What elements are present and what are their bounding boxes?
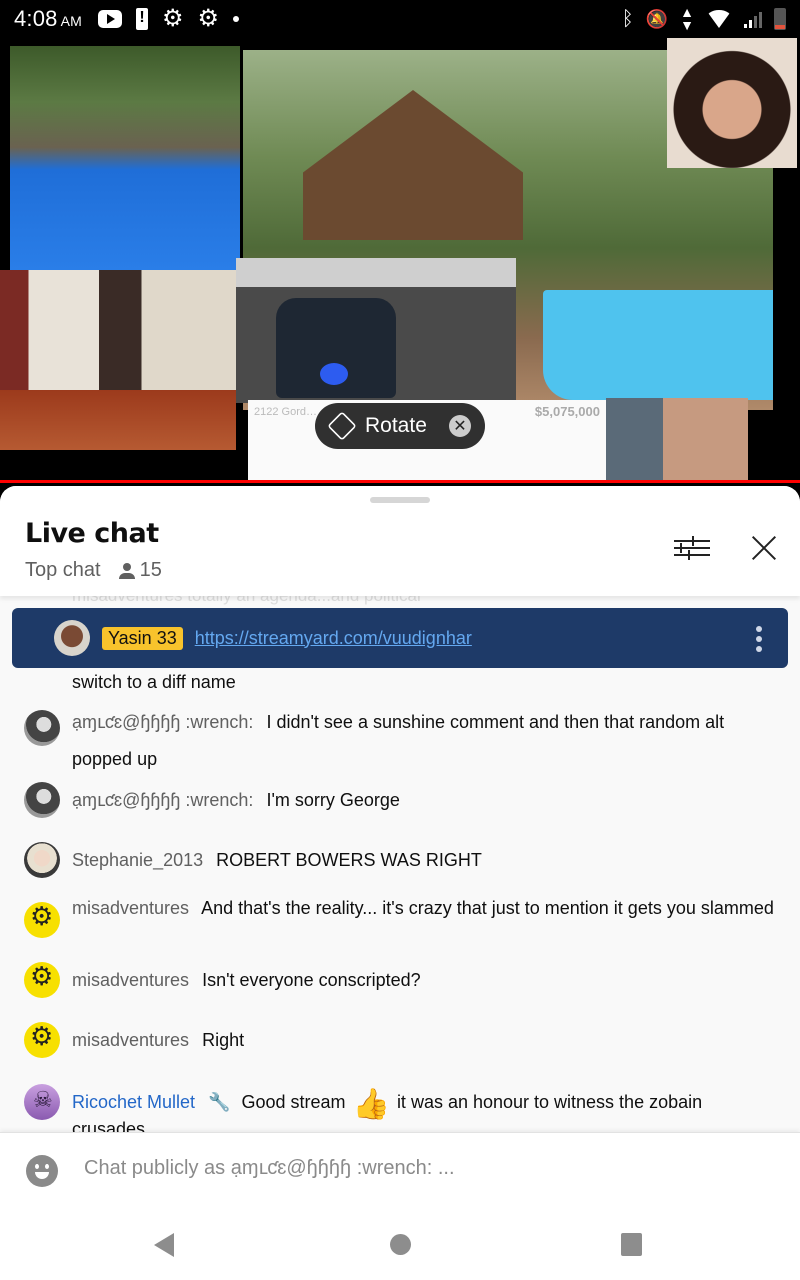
youtube-icon (98, 10, 123, 28)
message-text: switch to a diff name (72, 672, 236, 692)
chat-message: Ricochet Mullet 🔧 Good stream 👍 it was a… (0, 1084, 800, 1132)
rotate-button[interactable]: Rotate ✕ (315, 403, 485, 449)
chat-message: Stephanie_2013 ROBERT BOWERS WAS RIGHT (0, 842, 800, 878)
filter-settings-button[interactable] (674, 530, 710, 566)
avatar (24, 1022, 60, 1058)
video-progress-bar[interactable] (0, 480, 800, 483)
avatar (24, 842, 60, 878)
message-text: Right (202, 1030, 245, 1050)
chat-message: misadventures Isn't everyone conscripted… (0, 962, 800, 998)
video-image-pool (10, 46, 240, 271)
message-text: And that's the reality... it's crazy tha… (201, 898, 774, 918)
chat-message: switch to a diff name (0, 670, 800, 694)
battery-alert-icon (136, 8, 149, 30)
chat-message: ạɱւƈɛ@ɧɧɧɧ :wrench: I'm sorry George (0, 782, 800, 818)
recents-icon[interactable] (621, 1233, 642, 1256)
more-options-icon[interactable] (756, 626, 762, 652)
guest-camera-top (667, 38, 797, 168)
battery-low-icon (774, 8, 786, 30)
viewer-count: 15 (118, 559, 162, 582)
chat-header: Live chat Top chat 15 (0, 486, 800, 596)
avatar (24, 962, 60, 998)
message-text: Good stream (241, 1092, 346, 1112)
notifications-off-icon: 🔕 (645, 8, 669, 29)
drag-handle[interactable] (370, 497, 430, 503)
video-image-car (236, 258, 516, 403)
wifi-icon (706, 10, 732, 28)
settings-icon: ⚙ (197, 5, 220, 32)
avatar (24, 782, 60, 818)
message-text: Isn't everyone conscripted? (202, 970, 421, 990)
pinned-author-badge: Yasin 33 (102, 626, 183, 650)
chat-title: Live chat (25, 518, 159, 549)
chat-input-bar (0, 1132, 800, 1210)
chat-mode-selector[interactable]: Top chat (25, 559, 101, 582)
pinned-message[interactable]: Yasin 33 https://streamyard.com/vuudignh… (12, 608, 788, 668)
listing-price: $5,075,000 (534, 404, 600, 419)
pinned-link[interactable]: https://streamyard.com/vuudignhar (195, 628, 472, 649)
notification-dot-icon (233, 16, 240, 22)
message-author[interactable]: ạɱւƈɛ@ɧɧɧɧ :wrench: (72, 712, 253, 732)
wrench-icon: 🔧 (208, 1092, 231, 1112)
close-chat-button[interactable] (746, 530, 782, 566)
person-icon (118, 562, 135, 579)
chat-input[interactable] (84, 1157, 764, 1180)
settings-icon: ⚙ (162, 5, 184, 32)
message-author[interactable]: Ricochet Mullet (72, 1092, 195, 1112)
message-text: I'm sorry George (266, 790, 400, 810)
avatar (24, 902, 60, 938)
message-author[interactable]: ạɱւƈɛ@ɧɧɧɧ :wrench: (72, 790, 253, 810)
status-time: 4:08 AM (14, 6, 83, 31)
chat-message: ạɱւƈɛ@ɧɧɧɧ :wrench: I didn't see a sunsh… (0, 704, 800, 778)
avatar (24, 710, 60, 746)
guest-camera-bottom (606, 398, 748, 483)
chat-message: misadventures Right (0, 1022, 800, 1058)
rotate-label: Rotate (365, 414, 427, 437)
bluetooth-icon: ᛒ (621, 7, 634, 30)
viewer-count-value: 15 (139, 559, 162, 581)
thumbs-up-emoji-icon: 👍 (352, 1088, 390, 1121)
data-activity-icon: ▲ ▼ (680, 4, 694, 33)
status-bar: 4:08AM ⚙ ⚙ ᛒ 🔕 ▲▼ (0, 0, 800, 38)
back-icon[interactable] (154, 1233, 174, 1257)
message-author[interactable]: misadventures (72, 1030, 189, 1050)
video-player[interactable]: 2122 Gord… $5,075,000 Rotate ✕ (0, 38, 800, 483)
avatar (54, 620, 90, 656)
screen-rotation-icon (327, 411, 357, 441)
cell-signal-icon (744, 10, 762, 28)
emoji-icon[interactable] (26, 1155, 58, 1187)
system-nav-bar (0, 1210, 800, 1280)
listing-address: 2122 Gord… (254, 406, 317, 418)
message-text: ROBERT BOWERS WAS RIGHT (216, 850, 482, 870)
home-icon[interactable] (390, 1234, 411, 1255)
chat-message-list[interactable]: misadventures totally an agenda...and po… (0, 596, 800, 1132)
video-image-room (0, 270, 236, 450)
live-chat-panel: Live chat Top chat 15 misadventures tota… (0, 486, 800, 1280)
message-author[interactable]: misadventures (72, 970, 189, 990)
avatar (24, 1084, 60, 1120)
message-author[interactable]: Stephanie_2013 (72, 850, 203, 870)
close-circle-icon[interactable]: ✕ (449, 415, 471, 437)
faded-message: misadventures totally an agenda...and po… (72, 596, 421, 606)
chat-message: misadventures And that's the reality... … (0, 896, 800, 938)
message-author[interactable]: misadventures (72, 898, 189, 918)
